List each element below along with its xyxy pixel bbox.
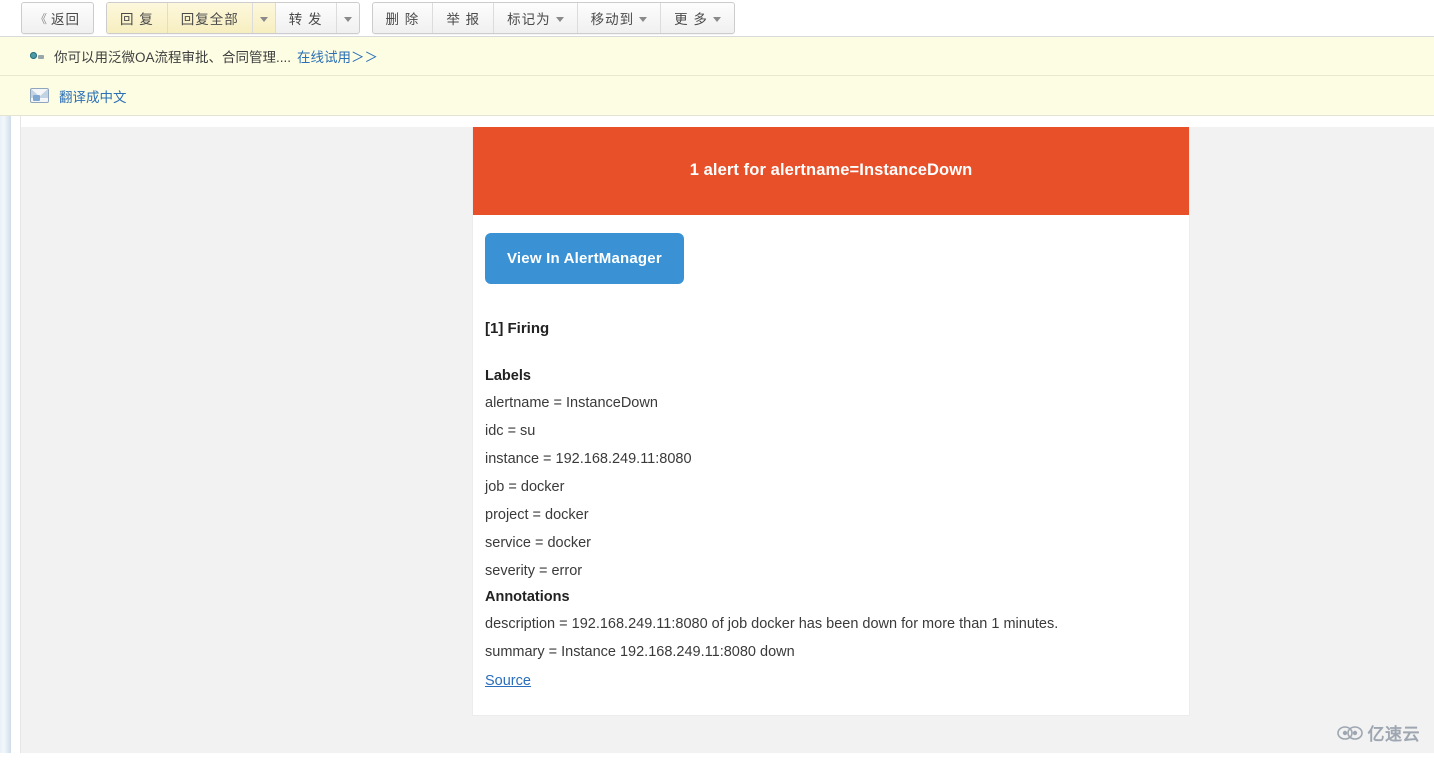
advertisement-banner: 你可以用泛微OA流程审批、合同管理.... 在线试用＞＞: [0, 37, 1434, 76]
annotation-row: description = 192.168.249.11:8080 of job…: [485, 615, 1059, 632]
alert-card: 1 alert for alertname=InstanceDown View …: [472, 127, 1190, 717]
label-row: alertname = InstanceDown: [485, 395, 658, 411]
label-row: service = docker: [485, 534, 591, 551]
forward-dropdown-button[interactable]: [337, 3, 359, 33]
source-link[interactable]: Source: [485, 673, 531, 689]
megaphone-icon: [30, 51, 45, 61]
reply-all-button[interactable]: 回复全部: [167, 3, 253, 33]
mail-toolbar: 《 返回 回 复 回复全部 转 发 删 除 举 报 标记为 移动到 更 多: [0, 0, 1434, 37]
translate-banner: 翻译成中文: [0, 76, 1434, 116]
back-button[interactable]: 《 返回: [22, 3, 93, 33]
advertisement-text: 你可以用泛微OA流程审批、合同管理....: [54, 50, 292, 65]
chevron-down-icon: [343, 16, 352, 22]
chevron-down-icon: [639, 16, 648, 22]
online-trial-link[interactable]: 在线试用＞＞: [297, 46, 378, 66]
back-button-label: 返回: [51, 12, 81, 27]
toolbar-group-back: 《 返回: [21, 2, 95, 34]
alert-header-banner: 1 alert for alertname=InstanceDown: [473, 127, 1189, 215]
toolbar-group-reply: 回 复 回复全部 转 发: [106, 2, 360, 34]
more-label: 更 多: [674, 12, 708, 27]
label-row: job = docker: [485, 478, 565, 495]
annotation-row: summary = Instance 192.168.249.11:8080 d…: [485, 643, 795, 660]
forward-button[interactable]: 转 发: [276, 3, 337, 33]
left-rail-shadow: [11, 116, 21, 753]
labels-heading: Labels: [485, 368, 531, 384]
mark-as-button[interactable]: 标记为: [494, 3, 578, 33]
toolbar-group-actions: 删 除 举 报 标记为 移动到 更 多: [371, 2, 735, 34]
mail-message-body: 1 alert for alertname=InstanceDown View …: [21, 127, 1434, 753]
translate-to-chinese-link[interactable]: 翻译成中文: [59, 86, 127, 106]
chevron-down-icon: [712, 16, 721, 22]
view-in-alertmanager-button[interactable]: View In AlertManager: [485, 233, 684, 284]
more-button[interactable]: 更 多: [661, 3, 734, 33]
report-button[interactable]: 举 报: [433, 3, 495, 33]
label-row: project = docker: [485, 506, 589, 523]
back-arrow-icon: 《: [35, 11, 47, 26]
move-to-button[interactable]: 移动到: [578, 3, 662, 33]
label-row: instance = 192.168.249.11:8080: [485, 450, 692, 467]
label-row: severity = error: [485, 562, 583, 579]
annotations-heading: Annotations: [485, 588, 570, 605]
firing-status-title: [1] Firing: [485, 320, 550, 337]
label-row: idc = su: [485, 422, 536, 439]
alert-card-body: View In AlertManager [1] Firing Labels a…: [473, 215, 1189, 715]
reply-dropdown-button[interactable]: [252, 3, 276, 33]
left-rail-decoration: [0, 116, 11, 753]
mail-content-area: 1 alert for alertname=InstanceDown View …: [0, 116, 1434, 753]
delete-button[interactable]: 删 除: [373, 3, 434, 33]
chevron-down-icon: [259, 16, 268, 22]
mark-as-label: 标记为: [507, 12, 551, 27]
envelope-icon: [30, 88, 49, 103]
move-to-label: 移动到: [590, 12, 635, 27]
reply-button[interactable]: 回 复: [107, 3, 168, 33]
chevron-down-icon: [555, 16, 564, 22]
